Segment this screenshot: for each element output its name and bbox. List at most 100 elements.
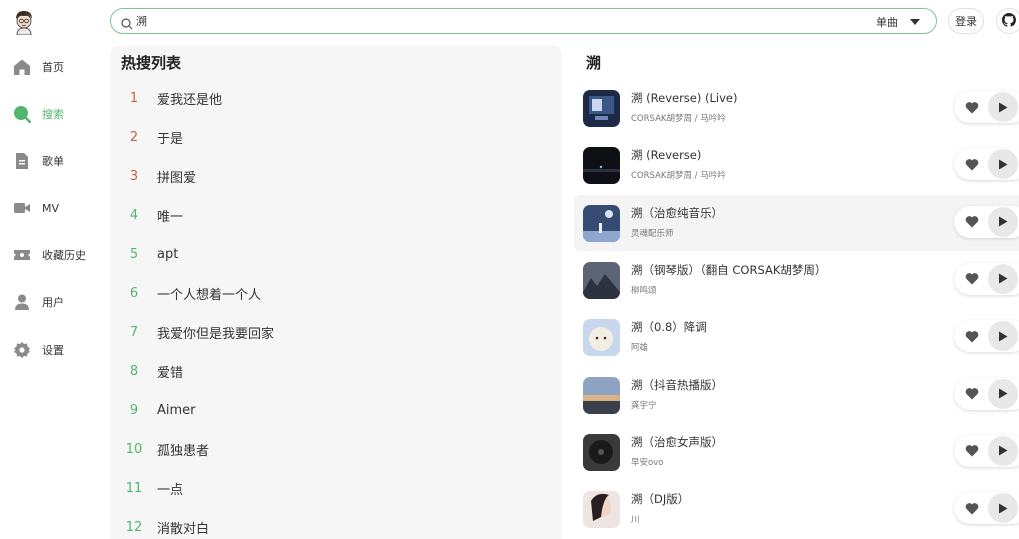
album-cover [583, 261, 620, 299]
sidebar-item-label: 用户 [42, 296, 64, 309]
hot-search-panel: 热搜列表 1 爱我还是他 2 于是 3 拼图爱 4 唯一 5 apt 6 一个人想着一个人 7 我爱你但是… [110, 46, 562, 539]
song-row[interactable]: 溯 (Reverse) CORSAK胡梦周 / 马吟吟 [574, 137, 1019, 193]
play-icon [999, 445, 1008, 456]
song-artist[interactable]: 柳鸣颂 [631, 284, 657, 296]
song-artist[interactable]: 灵魂配乐师 [631, 227, 674, 239]
album-cover [583, 491, 620, 529]
like-button[interactable] [956, 148, 988, 180]
avatar[interactable] [13, 9, 35, 36]
chevron-down-icon [910, 19, 920, 25]
play-button[interactable] [988, 149, 1018, 180]
hot-search-item[interactable]: 9 Aimer [110, 398, 550, 422]
search-input[interactable] [136, 14, 836, 28]
album-cover [583, 433, 620, 471]
song-artist[interactable]: 阿雄 [631, 341, 648, 353]
search-type-dropdown[interactable]: 单曲 [876, 14, 920, 30]
sidebar-item-search[interactable]: 搜索 [13, 104, 64, 124]
song-actions [954, 492, 1019, 525]
sidebar-item-label: 收藏历史 [42, 249, 86, 262]
ticket-icon [13, 246, 31, 264]
like-button[interactable] [956, 492, 988, 524]
play-button[interactable] [988, 263, 1018, 294]
like-button[interactable] [956, 320, 988, 352]
sidebar-item-settings[interactable]: 设置 [13, 340, 64, 360]
sidebar-item-mv[interactable]: MV [13, 198, 59, 218]
song-row[interactable]: 溯（钢琴版）（翻自 CORSAK胡梦周） 柳鸣颂 [574, 252, 1019, 308]
hot-search-rank: 7 [129, 324, 139, 340]
sidebar-item-playlist[interactable]: 歌单 [13, 151, 64, 171]
play-button[interactable] [988, 378, 1018, 409]
like-button[interactable] [956, 263, 988, 295]
album-cover [583, 147, 620, 185]
hot-search-title: 热搜列表 [121, 54, 182, 72]
hot-search-item[interactable]: 5 apt [110, 242, 550, 266]
song-title: 溯（0.8）降调 [631, 320, 707, 335]
song-artist[interactable]: CORSAK胡梦周 / 马吟吟 [631, 112, 726, 124]
hot-search-item[interactable]: 7 我爱你但是我要回家 [110, 320, 550, 344]
song-row[interactable]: 溯（治愈女声版） 早安ovo [574, 424, 1019, 480]
song-row[interactable]: 溯（抖音热播版） 龚宇宁 [574, 367, 1019, 423]
sidebar-item-home[interactable]: 首页 [13, 57, 64, 77]
song-artist[interactable]: 龚宇宁 [631, 399, 657, 411]
gear-icon [13, 341, 31, 359]
hot-search-word: 我爱你但是我要回家 [157, 326, 275, 342]
hot-search-rank: 10 [125, 441, 143, 457]
play-icon [999, 102, 1008, 112]
hot-search-word: 孤独患者 [157, 443, 210, 459]
song-row[interactable]: 溯（DJ版） 川 [574, 481, 1019, 537]
playlist-doc-icon [13, 152, 31, 170]
song-row[interactable]: 溯 (Reverse) (Live) CORSAK胡梦周 / 马吟吟 [574, 80, 1019, 136]
sidebar-item-favorites-history[interactable]: 收藏历史 [13, 245, 86, 265]
play-icon [999, 216, 1008, 227]
hot-search-word: 拼图爱 [157, 170, 197, 186]
hot-search-item[interactable]: 8 爱错 [110, 359, 550, 383]
play-button[interactable] [988, 206, 1018, 237]
hot-search-item[interactable]: 4 唯一 [110, 203, 550, 227]
hot-search-item[interactable]: 1 爱我还是他 [110, 86, 550, 110]
hot-search-rank: 9 [129, 402, 139, 418]
song-title: 溯 (Reverse) (Live) [631, 91, 738, 105]
play-button[interactable] [988, 321, 1018, 352]
song-artist[interactable]: CORSAK胡梦周 / 马吟吟 [631, 169, 726, 181]
play-button[interactable] [988, 92, 1018, 122]
hot-search-item[interactable]: 3 拼图爱 [110, 164, 550, 188]
play-button[interactable] [988, 435, 1018, 466]
play-button[interactable] [988, 493, 1018, 524]
hot-search-word: Aimer [157, 402, 196, 418]
hot-search-rank: 5 [129, 246, 139, 262]
heart-icon [965, 388, 979, 400]
like-button[interactable] [956, 378, 988, 410]
hot-search-word: 一点 [157, 482, 184, 498]
hot-search-item[interactable]: 6 一个人想着一个人 [110, 281, 550, 305]
login-button[interactable]: 登录 [948, 8, 984, 34]
github-button[interactable] [996, 8, 1019, 34]
video-camera-icon [13, 199, 31, 217]
play-icon [999, 331, 1008, 342]
song-row[interactable]: 溯（治愈纯音乐） 灵魂配乐师 [574, 194, 1019, 251]
hot-search-word: 唯一 [157, 209, 184, 225]
like-button[interactable] [956, 91, 988, 123]
song-artist[interactable]: 川 [631, 513, 640, 525]
album-cover [583, 204, 620, 242]
like-button[interactable] [956, 206, 988, 238]
like-button[interactable] [956, 435, 988, 467]
hot-search-rank: 3 [129, 168, 139, 184]
sidebar-item-label: 歌单 [42, 155, 64, 168]
song-row[interactable]: 溯（0.8）降调 阿雄 [574, 309, 1019, 365]
heart-icon [965, 502, 979, 515]
results-title: 溯 [586, 54, 602, 72]
hot-search-item[interactable]: 2 于是 [110, 125, 550, 149]
heart-icon [965, 216, 979, 228]
sidebar-item-label: 首页 [42, 61, 64, 74]
sidebar: 首页 搜索 歌单 MV 收藏历史 用户 设置 [0, 0, 100, 539]
sidebar-item-user[interactable]: 用户 [13, 292, 64, 312]
song-artist[interactable]: 早安ovo [631, 456, 663, 468]
search-bar[interactable]: 单曲 [110, 8, 937, 34]
heart-icon [965, 445, 979, 457]
hot-search-item[interactable]: 12 消散对白 [110, 515, 550, 539]
hot-search-word: 爱错 [157, 365, 184, 381]
hot-search-item[interactable]: 11 一点 [110, 476, 550, 500]
song-title: 溯（抖音热播版） [631, 377, 723, 392]
hot-search-item[interactable]: 10 孤独患者 [110, 437, 550, 461]
hot-search-rank: 4 [129, 207, 139, 223]
